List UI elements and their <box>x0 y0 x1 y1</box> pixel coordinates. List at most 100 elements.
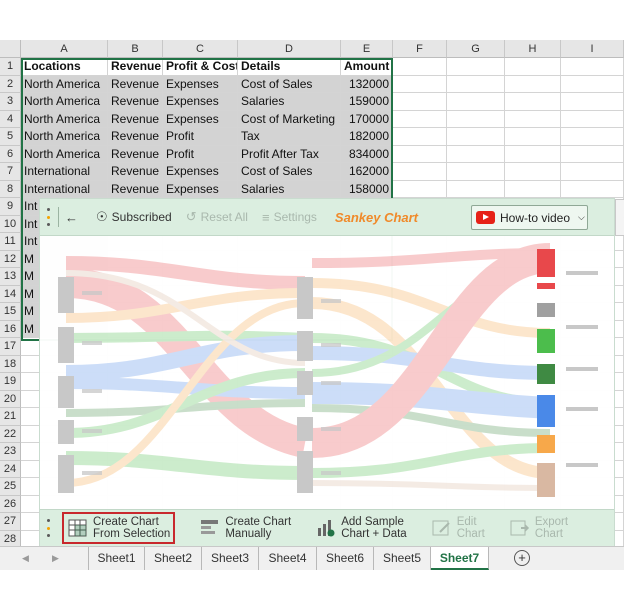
cell[interactable]: Revenue <box>108 93 163 111</box>
column-header-a[interactable]: A <box>21 40 108 58</box>
tab-scroll-right-icon[interactable]: ▶ <box>52 547 59 570</box>
cell[interactable]: 132000 <box>341 75 393 93</box>
reset-all-button[interactable]: ↺ Reset All <box>186 209 248 225</box>
row-header-19[interactable]: 19 <box>0 373 21 391</box>
cell[interactable] <box>393 110 447 128</box>
cell[interactable]: 162000 <box>341 163 393 181</box>
tab-sheet5[interactable]: Sheet5 <box>374 547 431 570</box>
cell[interactable]: 159000 <box>341 93 393 111</box>
tab-sheet3[interactable]: Sheet3 <box>202 547 259 570</box>
column-header-d[interactable]: D <box>238 40 341 58</box>
cell[interactable] <box>505 75 561 93</box>
row-header-10[interactable]: 10 <box>0 215 21 233</box>
column-header-e[interactable]: E <box>341 40 393 58</box>
cell[interactable]: Revenue <box>108 128 163 146</box>
cell[interactable] <box>505 145 561 163</box>
export-chart-button[interactable]: Export Chart <box>509 516 568 540</box>
create-chart-manually-button[interactable]: Create Chart Manually <box>199 516 291 540</box>
select-all-corner[interactable] <box>0 40 21 58</box>
cell[interactable]: Cost of Marketing <box>238 110 341 128</box>
tab-sheet1[interactable]: Sheet1 <box>88 547 145 570</box>
cell[interactable] <box>393 180 447 198</box>
cell[interactable] <box>561 110 624 128</box>
row-header-4[interactable]: 4 <box>0 110 21 128</box>
row-header-22[interactable]: 22 <box>0 425 21 443</box>
cell[interactable] <box>561 75 624 93</box>
create-chart-from-selection-button[interactable]: Create Chart From Selection <box>62 512 176 544</box>
row-header-15[interactable]: 15 <box>0 303 21 321</box>
cell[interactable] <box>393 145 447 163</box>
row-header-3[interactable]: 3 <box>0 93 21 111</box>
add-sample-chart-button[interactable]: Add Sample Chart + Data <box>315 516 407 540</box>
cell[interactable] <box>505 180 561 198</box>
cell[interactable]: Locations <box>21 58 108 76</box>
cell[interactable]: Cost of Sales <box>238 75 341 93</box>
cell[interactable]: Expenses <box>163 75 238 93</box>
row-header-23[interactable]: 23 <box>0 443 21 461</box>
cell[interactable]: Revenue <box>108 180 163 198</box>
cell[interactable] <box>447 180 505 198</box>
cell[interactable]: Expenses <box>163 163 238 181</box>
row-header-21[interactable]: 21 <box>0 408 21 426</box>
cell[interactable] <box>447 93 505 111</box>
row-header-18[interactable]: 18 <box>0 355 21 373</box>
cell[interactable]: Revenue <box>108 145 163 163</box>
column-header-i[interactable]: I <box>561 40 624 58</box>
cell[interactable] <box>561 93 624 111</box>
column-header-c[interactable]: C <box>163 40 238 58</box>
row-header-17[interactable]: 17 <box>0 338 21 356</box>
cell[interactable]: Salaries <box>238 180 341 198</box>
cell[interactable]: North America <box>21 110 108 128</box>
cell[interactable] <box>447 110 505 128</box>
cell[interactable]: Tax <box>238 128 341 146</box>
settings-button[interactable]: ≡ Settings <box>262 210 317 225</box>
cell[interactable]: Revenue <box>108 110 163 128</box>
how-to-video-dropdown[interactable]: How-to video ⌵ <box>471 205 588 230</box>
cell[interactable] <box>447 163 505 181</box>
add-sheet-icon[interactable]: + <box>514 550 530 566</box>
cell[interactable] <box>393 163 447 181</box>
cell[interactable]: North America <box>21 145 108 163</box>
row-header-8[interactable]: 8 <box>0 180 21 198</box>
row-header-9[interactable]: 9 <box>0 198 21 216</box>
cell[interactable] <box>393 75 447 93</box>
cell[interactable] <box>505 128 561 146</box>
cell[interactable] <box>447 75 505 93</box>
cell[interactable]: Profit After Tax <box>238 145 341 163</box>
cell[interactable]: International <box>21 180 108 198</box>
collapse-panel-button[interactable]: ◀ <box>615 199 624 236</box>
row-header-14[interactable]: 14 <box>0 285 21 303</box>
cell[interactable] <box>561 58 624 76</box>
back-button[interactable]: ← <box>65 210 82 225</box>
row-header-12[interactable]: 12 <box>0 250 21 268</box>
cell[interactable]: International <box>21 163 108 181</box>
cell[interactable]: North America <box>21 75 108 93</box>
drag-handle-icon[interactable] <box>47 519 52 537</box>
cell[interactable]: North America <box>21 128 108 146</box>
cell[interactable]: Profit & Cost <box>163 58 238 76</box>
cell[interactable]: Revenue <box>108 58 163 76</box>
cell[interactable]: Cost of Sales <box>238 163 341 181</box>
row-header-5[interactable]: 5 <box>0 128 21 146</box>
cell[interactable]: Amount <box>341 58 393 76</box>
cell[interactable] <box>393 128 447 146</box>
cell[interactable]: Revenue <box>108 75 163 93</box>
cell[interactable] <box>561 145 624 163</box>
row-header-6[interactable]: 6 <box>0 145 21 163</box>
cell[interactable]: Expenses <box>163 180 238 198</box>
row-header-11[interactable]: 11 <box>0 233 21 251</box>
row-header-2[interactable]: 2 <box>0 75 21 93</box>
cell[interactable] <box>447 128 505 146</box>
drag-handle-icon[interactable] <box>47 208 52 226</box>
row-header-25[interactable]: 25 <box>0 478 21 496</box>
cell[interactable] <box>505 93 561 111</box>
cell[interactable]: Salaries <box>238 93 341 111</box>
cell[interactable] <box>505 163 561 181</box>
cell[interactable]: 182000 <box>341 128 393 146</box>
cell[interactable]: 158000 <box>341 180 393 198</box>
row-header-27[interactable]: 27 <box>0 513 21 531</box>
column-header-g[interactable]: G <box>447 40 505 58</box>
cell[interactable] <box>447 58 505 76</box>
edit-chart-button[interactable]: Edit Chart <box>431 516 485 540</box>
cell[interactable] <box>505 58 561 76</box>
